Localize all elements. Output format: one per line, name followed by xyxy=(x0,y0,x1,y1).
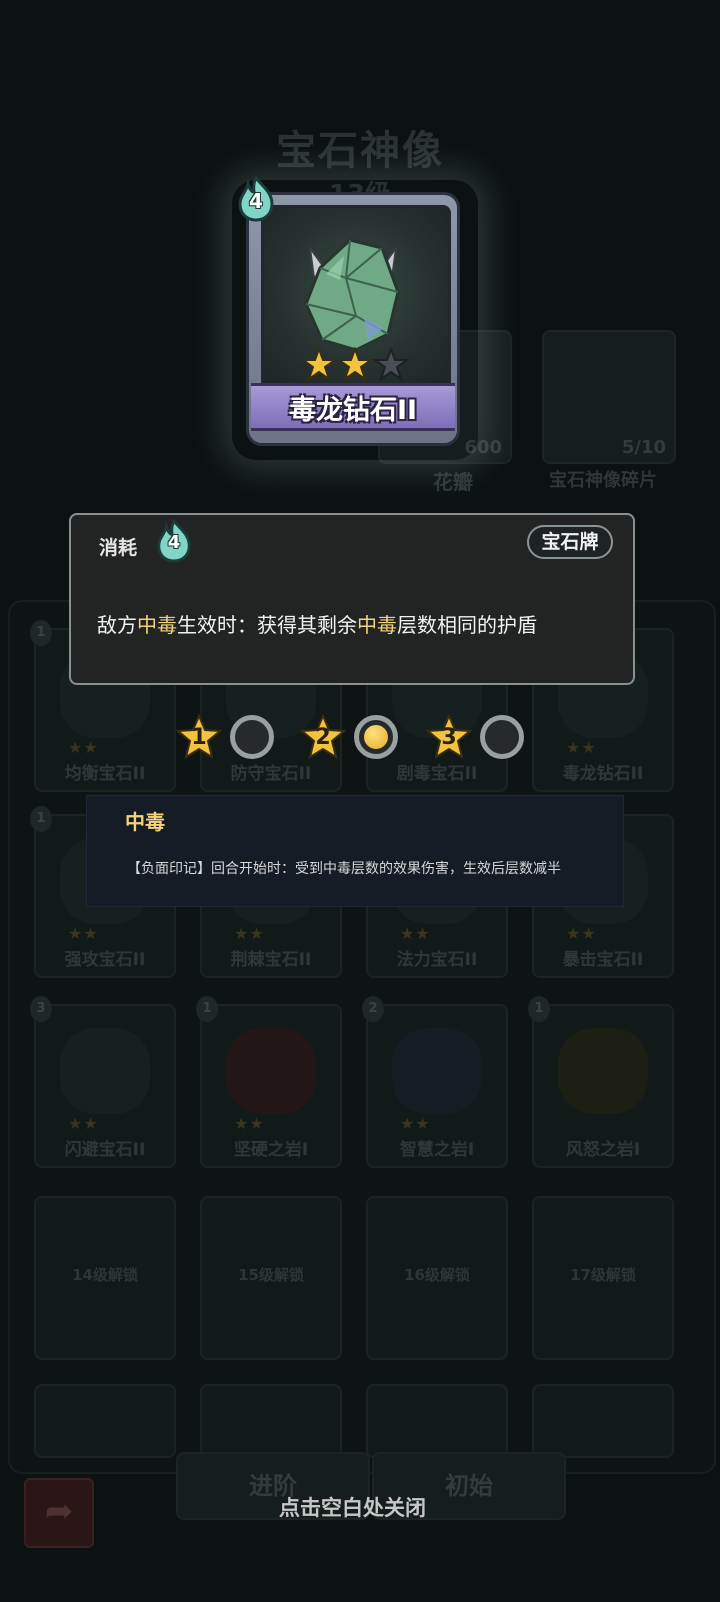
bg-card-name: 暴击宝石II xyxy=(562,950,644,970)
card-name-ribbon: 毒龙钻石II xyxy=(251,383,455,431)
bg-locked-card xyxy=(532,1384,674,1458)
bg-locked-card[interactable]: 17级解锁 xyxy=(532,1196,674,1360)
level-3-star-icon: 3 xyxy=(426,714,472,760)
bg-card[interactable]: 1 ★★ 坚硬之岩I xyxy=(196,996,342,1168)
keyword-tooltip: 中毒 【负面印记】回合开始时：受到中毒层数的效果伤害，生效后层数减半 xyxy=(86,795,624,907)
bg-card-name: 强攻宝石II xyxy=(64,950,146,970)
star-icons: ★★ xyxy=(400,924,431,943)
level-3-toggle[interactable] xyxy=(480,715,524,759)
card-cost-value: 4 xyxy=(249,189,263,213)
level-number: 1 xyxy=(191,725,207,750)
cost-badge: 4 xyxy=(155,519,193,563)
star-icons: ★★ xyxy=(68,738,99,757)
star-icons: ★★ xyxy=(566,738,597,757)
desc-text: 生效时：获得其剩余 xyxy=(177,613,357,637)
lock-label: 15级解锁 xyxy=(238,1266,304,1284)
keyword-description: 【负面印记】回合开始时：受到中毒层数的效果伤害，生效后层数减半 xyxy=(127,861,561,877)
star-icons: ★★ xyxy=(68,1114,99,1133)
level-2-star-icon: 2 xyxy=(300,714,346,760)
bg-locked-card xyxy=(34,1384,176,1458)
lock-label: 14级解锁 xyxy=(72,1266,138,1284)
card-cost-badge: 4 xyxy=(236,176,276,222)
bg-card-cost: 1 xyxy=(528,996,550,1022)
star-icons: ★★ xyxy=(234,924,265,943)
gem-art-icon xyxy=(60,1028,150,1114)
bg-page-title: 宝石神像 xyxy=(276,128,444,174)
star-icons: ★★ xyxy=(68,924,99,943)
level-1-star-icon: 1 xyxy=(176,714,222,760)
desc-text: 层数相同的护盾 xyxy=(397,613,537,637)
keyword-link[interactable]: 中毒 xyxy=(137,613,177,637)
bg-card-name: 风怒之岩I xyxy=(565,1140,641,1160)
bg-card-name: 闪避宝石II xyxy=(64,1140,146,1160)
bg-fragment-count: 5/10 xyxy=(621,437,666,458)
rock-art-icon xyxy=(392,1028,482,1114)
bg-locked-card[interactable]: 16级解锁 xyxy=(366,1196,508,1360)
level-2-toggle[interactable] xyxy=(354,715,398,759)
bg-card-name: 防守宝石II xyxy=(230,764,312,784)
keyword-title: 中毒 xyxy=(125,810,165,834)
bg-fragment-label: 宝石神像碎片 xyxy=(549,470,657,491)
bg-card[interactable]: 3 ★★ 闪避宝石II xyxy=(30,996,176,1168)
bg-locked-card[interactable]: 14级解锁 xyxy=(34,1196,176,1360)
bg-fragment-resource: 5/10 xyxy=(542,330,676,464)
selected-dot-icon xyxy=(364,725,388,749)
bg-card-name: 智慧之岩I xyxy=(399,1140,475,1160)
star-icons: ★★ xyxy=(400,1114,431,1133)
level-1-toggle[interactable] xyxy=(230,715,274,759)
desc-text: 敌方 xyxy=(97,613,137,637)
keyword-link[interactable]: 中毒 xyxy=(357,613,397,637)
bg-card-name: 剧毒宝石II xyxy=(396,764,478,784)
bg-card[interactable]: 2 ★★ 智慧之岩I xyxy=(362,996,508,1168)
rock-art-icon xyxy=(558,1028,648,1114)
bg-card-cost: 1 xyxy=(30,620,52,646)
card-info-panel: 消耗 4 宝石牌 敌方中毒生效时：获得其剩余中毒层数相同的护盾 xyxy=(69,513,635,685)
star-icons: ★★ xyxy=(566,924,597,943)
card-type-tag: 宝石牌 xyxy=(527,525,613,559)
card-name: 毒龙钻石II xyxy=(288,395,418,426)
cost-value: 4 xyxy=(167,532,181,553)
bg-card-cost: 2 xyxy=(362,996,384,1022)
bg-locked-card xyxy=(200,1384,342,1458)
bg-card-cost: 3 xyxy=(30,996,52,1022)
rock-art-icon xyxy=(226,1028,316,1114)
tap-to-close-hint[interactable]: 点击空白处关闭 xyxy=(0,1492,705,1522)
bg-card-name: 均衡宝石II xyxy=(64,764,146,784)
cost-label: 消耗 xyxy=(99,537,138,559)
star-rating-icons xyxy=(299,346,411,382)
star-icons: ★★ xyxy=(234,1114,265,1133)
lock-label: 16级解锁 xyxy=(404,1266,470,1284)
bg-card-name: 荆棘宝石II xyxy=(230,950,312,970)
bg-card-cost: 1 xyxy=(30,806,52,832)
bg-card[interactable]: 1 风怒之岩I xyxy=(528,996,674,1168)
bg-card-name: 毒龙钻石II xyxy=(562,764,644,784)
bg-card-name: 法力宝石II xyxy=(396,950,478,970)
bg-card-cost: 1 xyxy=(196,996,218,1022)
bg-locked-card[interactable]: 15级解锁 xyxy=(200,1196,342,1360)
card-description: 敌方中毒生效时：获得其剩余中毒层数相同的护盾 xyxy=(97,609,537,638)
card-star-rating xyxy=(299,346,411,383)
featured-card: 毒龙钻石II xyxy=(246,192,460,446)
bg-petal-label: 花瓣 xyxy=(433,470,473,494)
level-number: 2 xyxy=(315,725,331,750)
bg-locked-card xyxy=(366,1384,508,1458)
level-number: 3 xyxy=(441,725,457,750)
bg-card-name: 坚硬之岩I xyxy=(233,1140,309,1160)
lock-label: 17级解锁 xyxy=(570,1266,636,1284)
